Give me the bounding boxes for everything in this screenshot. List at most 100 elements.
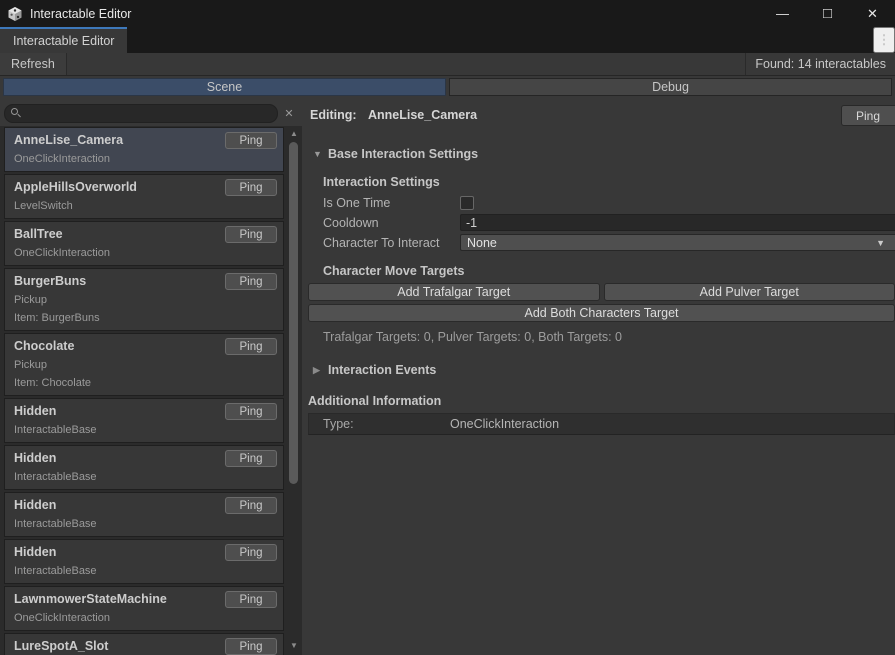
interaction-events-foldout[interactable]: ▶ Interaction Events (313, 363, 895, 377)
targets-summary: Trafalgar Targets: 0, Pulver Targets: 0,… (323, 330, 895, 344)
character-to-interact-row: Character To Interact None ▼ (323, 233, 895, 252)
ping-button[interactable]: Ping (225, 638, 277, 655)
editing-panel: Editing: AnneLise_Camera Ping ▼ Base Int… (302, 98, 895, 655)
minimize-button[interactable]: — (760, 0, 805, 27)
base-foldout-label: Base Interaction Settings (328, 147, 478, 161)
scroll-down-icon[interactable]: ▼ (287, 641, 301, 650)
add-trafalgar-target-button[interactable]: Add Trafalgar Target (308, 283, 600, 301)
clear-search-icon[interactable]: ✕ (280, 107, 298, 120)
item-subtitle: InteractableBase (14, 515, 274, 533)
item-subtitle: Pickup (14, 356, 274, 374)
foldout-open-icon: ▼ (313, 149, 322, 159)
tab-label: Interactable Editor (13, 34, 114, 48)
list-item[interactable]: Ping LawnmowerStateMachine OneClickInter… (4, 586, 284, 631)
list-item[interactable]: Ping BallTree OneClickInteraction (4, 221, 284, 266)
ping-button[interactable]: Ping (225, 226, 277, 243)
list-item[interactable]: Ping AnneLise_Camera OneClickInteraction (4, 127, 284, 172)
list-item[interactable]: Ping Chocolate PickupItem: Chocolate (4, 333, 284, 396)
editing-label: Editing: (310, 108, 357, 122)
foldout-closed-icon: ▶ (313, 365, 322, 376)
add-target-buttons-row: Add Trafalgar Target Add Pulver Target (308, 283, 895, 301)
kebab-menu-icon[interactable]: ⋮ (873, 27, 895, 53)
add-both-button-row: Add Both Characters Target (308, 304, 895, 322)
list-scrollbar[interactable]: ▲ ▼ (287, 126, 301, 655)
base-interaction-settings-foldout[interactable]: ▼ Base Interaction Settings (313, 147, 895, 161)
character-to-interact-label: Character To Interact (323, 236, 460, 250)
ping-button[interactable]: Ping (225, 179, 277, 196)
title-bar: Interactable Editor — □ ✕ (0, 0, 895, 27)
scrollbar-thumb[interactable] (289, 142, 298, 484)
ping-button[interactable]: Ping (225, 403, 277, 420)
interactable-editor-window: Interactable Editor — □ ✕ Interactable E… (0, 0, 895, 655)
editing-target-name: AnneLise_Camera (368, 108, 477, 122)
tab-scene-label: Scene (207, 80, 242, 94)
list-item[interactable]: Ping Hidden InteractableBase (4, 492, 284, 537)
list-item[interactable]: Ping Hidden InteractableBase (4, 539, 284, 584)
maximize-button[interactable]: □ (805, 0, 850, 27)
main-content: ✕ Ping AnneLise_Camera OneClickInteracti… (0, 98, 895, 655)
list-item[interactable]: Ping LureSpotA_Slot (4, 633, 284, 655)
list-item[interactable]: Ping Hidden InteractableBase (4, 445, 284, 490)
dropdown-selected-value: None (467, 236, 497, 250)
interactable-list: Ping AnneLise_Camera OneClickInteraction… (4, 127, 284, 655)
editing-header: Editing: AnneLise_Camera Ping (302, 105, 895, 127)
interactable-list-area: Ping AnneLise_Camera OneClickInteraction… (0, 126, 302, 655)
search-icon (11, 108, 18, 115)
add-both-characters-target-button[interactable]: Add Both Characters Target (308, 304, 895, 322)
type-info-row: Type: OneClickInteraction (308, 413, 895, 435)
tab-scene[interactable]: Scene (3, 78, 446, 96)
list-item[interactable]: Ping Hidden InteractableBase (4, 398, 284, 443)
tab-bar-spacer (127, 27, 873, 53)
search-input[interactable] (4, 104, 278, 123)
ping-button[interactable]: Ping (225, 450, 277, 467)
cooldown-label: Cooldown (323, 216, 460, 230)
list-item[interactable]: Ping BurgerBuns PickupItem: BurgerBuns (4, 268, 284, 331)
refresh-button[interactable]: Refresh (0, 53, 67, 75)
found-count-label: Found: 14 interactables (745, 53, 895, 75)
scene-list-panel: ✕ Ping AnneLise_Camera OneClickInteracti… (0, 98, 302, 655)
item-subtitle: InteractableBase (14, 468, 274, 486)
item-subtitle: Pickup (14, 291, 274, 309)
is-one-time-label: Is One Time (323, 196, 460, 210)
editing-ping-button[interactable]: Ping (841, 105, 895, 126)
ping-button[interactable]: Ping (225, 273, 277, 290)
item-subtitle: InteractableBase (14, 562, 274, 580)
item-subtitle: OneClickInteraction (14, 150, 274, 168)
add-pulver-target-button[interactable]: Add Pulver Target (604, 283, 895, 301)
interaction-settings-header: Interaction Settings (323, 175, 895, 189)
tab-debug-label: Debug (652, 80, 689, 94)
interaction-events-label: Interaction Events (328, 363, 436, 377)
view-tabs: Scene Debug (0, 76, 895, 98)
ping-button[interactable]: Ping (225, 497, 277, 514)
search-row: ✕ (4, 104, 298, 123)
is-one-time-checkbox[interactable] (460, 196, 474, 210)
tab-interactable-editor[interactable]: Interactable Editor (0, 27, 127, 53)
toolbar-spacer (67, 53, 746, 75)
item-subtitle: LevelSwitch (14, 197, 274, 215)
ping-button[interactable]: Ping (225, 544, 277, 561)
cooldown-row: Cooldown (323, 213, 895, 232)
editor-tab-bar: Interactable Editor ⋮ (0, 27, 895, 53)
close-button[interactable]: ✕ (850, 0, 895, 27)
cooldown-input[interactable] (460, 214, 895, 231)
ping-button[interactable]: Ping (225, 132, 277, 149)
window-title: Interactable Editor (30, 7, 131, 21)
type-label: Type: (309, 417, 450, 431)
item-subtitle: OneClickInteraction (14, 244, 274, 262)
ping-button[interactable]: Ping (225, 591, 277, 608)
app-cube-icon (7, 6, 23, 22)
item-subtitle: Item: Chocolate (14, 374, 274, 392)
list-item[interactable]: Ping AppleHillsOverworld LevelSwitch (4, 174, 284, 219)
character-move-targets-header: Character Move Targets (323, 264, 895, 278)
character-to-interact-dropdown[interactable]: None ▼ (460, 234, 895, 251)
ping-button[interactable]: Ping (225, 338, 277, 355)
item-subtitle: OneClickInteraction (14, 609, 274, 627)
type-value: OneClickInteraction (450, 417, 559, 431)
item-subtitle: Item: BurgerBuns (14, 309, 274, 327)
scroll-up-icon[interactable]: ▲ (287, 129, 301, 138)
search-field-wrap (4, 104, 278, 123)
tab-debug[interactable]: Debug (449, 78, 892, 96)
chevron-down-icon: ▼ (876, 238, 889, 248)
window-controls: — □ ✕ (760, 0, 895, 27)
is-one-time-row: Is One Time (323, 193, 895, 212)
